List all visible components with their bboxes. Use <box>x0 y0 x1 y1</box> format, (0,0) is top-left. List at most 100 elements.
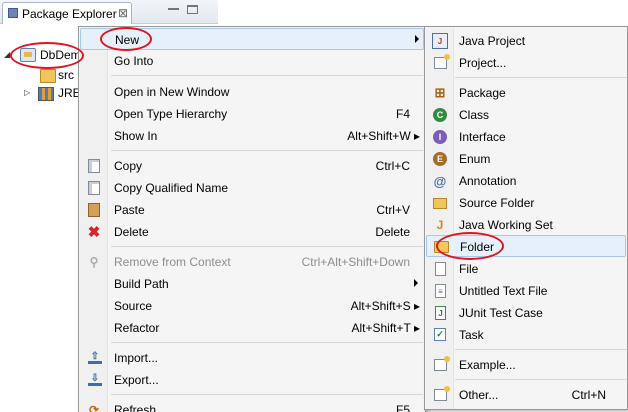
menu-separator <box>111 75 423 76</box>
menu-item-show-in[interactable]: Show In Alt+Shift+W ▸ <box>80 125 424 147</box>
menu-item-label: Remove from Context <box>114 255 231 269</box>
submenu-item-label: Java Project <box>459 34 526 48</box>
submenu-item-example[interactable]: Example... <box>426 354 626 376</box>
menu-item-label: New <box>115 33 140 47</box>
interface-icon: I <box>433 130 447 144</box>
submenu-item-label: Task <box>459 328 484 342</box>
refresh-icon: ⟳ <box>88 403 100 412</box>
submenu-item-label: Interface <box>459 130 506 144</box>
submenu-item-label: Other... <box>459 388 499 402</box>
menu-item-import[interactable]: ⇧ Import... <box>80 347 424 369</box>
submenu-item-annotation[interactable]: @ Annotation <box>426 170 626 192</box>
view-tab-bar: Package Explorer ⊠ <box>0 0 218 24</box>
annotation-icon: @ <box>433 173 447 189</box>
source-folder-icon <box>40 69 56 83</box>
menu-separator <box>111 150 423 151</box>
folder-icon <box>434 241 449 253</box>
menu-item-label: Refresh <box>114 403 157 412</box>
submenu-arrow-icon <box>414 279 418 287</box>
menu-item-accelerator: Ctrl+V <box>376 203 410 217</box>
submenu-item-java-project[interactable]: Java Project <box>426 30 626 52</box>
menu-item-delete[interactable]: ✖ Delete Delete <box>80 221 424 243</box>
submenu-item-class[interactable]: C Class <box>426 104 626 126</box>
menu-item-accelerator: F5 <box>395 403 410 412</box>
submenu-item-label: Annotation <box>459 174 517 188</box>
menu-separator <box>111 342 423 343</box>
close-icon[interactable]: ⊠ <box>118 6 128 20</box>
export-icon: ⇩ <box>88 373 102 386</box>
menu-item-accelerator: Alt+Shift+W ▸ <box>347 129 420 143</box>
submenu-item-label: File <box>459 262 479 276</box>
menu-item-export[interactable]: ⇩ Export... <box>80 369 424 391</box>
menu-item-accelerator: Alt+Shift+S ▸ <box>350 299 420 313</box>
menu-separator <box>455 77 627 78</box>
submenu-item-folder[interactable]: Folder <box>426 235 626 257</box>
menu-item-label: Show In <box>114 129 158 143</box>
submenu-item-junit-test-case[interactable]: J JUnit Test Case <box>426 302 626 324</box>
submenu-item-interface[interactable]: I Interface <box>426 126 626 148</box>
submenu-item-label: Java Working Set <box>459 218 553 232</box>
java-working-set-icon: J <box>436 218 444 232</box>
submenu-item-project[interactable]: Project... <box>426 52 626 74</box>
source-folder-icon <box>433 198 447 209</box>
menu-item-label: Paste <box>114 203 145 217</box>
remove-from-context-icon: ⚲ <box>89 255 99 269</box>
submenu-item-other[interactable]: Other... Ctrl+N <box>426 384 626 406</box>
menu-item-copy[interactable]: Copy Ctrl+C <box>80 155 424 177</box>
menu-item-label: Build Path <box>114 277 169 291</box>
maximize-icon[interactable] <box>187 5 198 14</box>
copy-icon <box>88 159 100 173</box>
menu-separator <box>111 394 423 395</box>
menu-item-accelerator: Delete <box>375 225 410 239</box>
paste-icon <box>88 203 100 217</box>
menu-item-label: Source <box>114 299 153 313</box>
package-explorer-tab[interactable]: Package Explorer ⊠ <box>2 2 132 24</box>
java-project-icon <box>20 48 36 62</box>
menu-item-go-into[interactable]: Go Into <box>80 50 424 72</box>
submenu-item-accelerator: Ctrl+N <box>571 388 606 402</box>
menu-item-copy-qualified-name[interactable]: Copy Qualified Name <box>80 177 424 199</box>
menu-item-paste[interactable]: Paste Ctrl+V <box>80 199 424 221</box>
submenu-item-package[interactable]: ⊞ Package <box>426 82 626 104</box>
menu-item-source[interactable]: Source Alt+Shift+S ▸ <box>80 295 424 317</box>
menu-item-remove-from-context[interactable]: ⚲ Remove from Context Ctrl+Alt+Shift+Dow… <box>80 251 424 273</box>
menu-item-accelerator: Ctrl+C <box>375 159 410 173</box>
submenu-item-task[interactable]: ✓ Task <box>426 324 626 346</box>
package-icon: ⊞ <box>434 85 446 100</box>
submenu-item-label: Class <box>459 108 490 122</box>
menu-separator <box>111 246 423 247</box>
menu-item-open-new-window[interactable]: Open in New Window <box>80 81 424 103</box>
menu-item-refactor[interactable]: Refactor Alt+Shift+T ▸ <box>80 317 424 339</box>
text-file-icon: ≡ <box>435 284 446 298</box>
example-wizard-icon <box>434 356 450 371</box>
package-explorer-icon <box>8 8 18 18</box>
enum-icon: E <box>433 152 447 166</box>
menu-item-label: Copy Qualified Name <box>114 181 229 195</box>
minimize-icon[interactable] <box>168 8 179 10</box>
expanded-arrow-icon[interactable]: ◢ <box>4 50 10 59</box>
submenu-item-label: Folder <box>460 240 495 254</box>
junit-test-case-icon: J <box>435 306 446 320</box>
submenu-item-source-folder[interactable]: Source Folder <box>426 192 626 214</box>
import-icon: ⇧ <box>88 351 102 364</box>
task-icon: ✓ <box>434 328 446 341</box>
collapsed-arrow-icon[interactable]: ▷ <box>24 88 30 97</box>
menu-item-build-path[interactable]: Build Path <box>80 273 424 295</box>
submenu-item-enum[interactable]: E Enum <box>426 148 626 170</box>
menu-item-accelerator: F4 <box>395 107 410 121</box>
menu-item-new[interactable]: New <box>80 28 424 50</box>
menu-item-label: Open Type Hierarchy <box>114 107 228 121</box>
submenu-item-label: JUnit Test Case <box>459 306 543 320</box>
library-icon <box>38 87 54 101</box>
menu-item-label: Open in New Window <box>114 85 230 99</box>
menu-item-open-type-hierarchy[interactable]: Open Type Hierarchy F4 <box>80 103 424 125</box>
tree-node-src-label: src <box>58 68 74 82</box>
submenu-item-java-working-set[interactable]: J Java Working Set <box>426 214 626 236</box>
menu-item-refresh[interactable]: ⟳ Refresh F5 <box>80 399 424 412</box>
new-submenu: Java Project Project... ⊞ Package C Clas… <box>424 26 628 410</box>
submenu-item-label: Example... <box>459 358 516 372</box>
submenu-item-untitled-text-file[interactable]: ≡ Untitled Text File <box>426 280 626 302</box>
java-project-icon <box>432 33 448 49</box>
submenu-item-file[interactable]: File <box>426 258 626 280</box>
copy-qualified-name-icon <box>88 181 100 195</box>
